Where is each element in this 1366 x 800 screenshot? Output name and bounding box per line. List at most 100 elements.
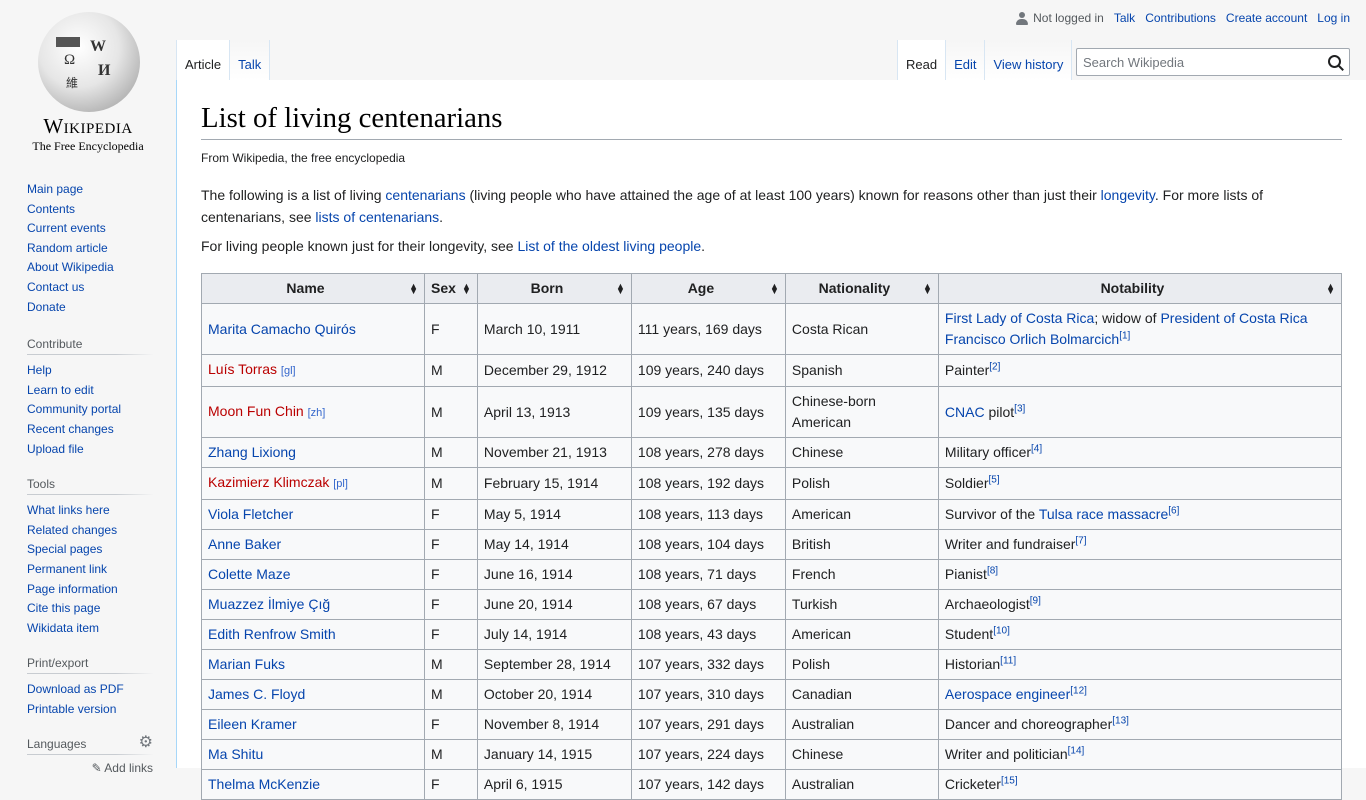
- sidebar-item-help[interactable]: Help: [27, 363, 52, 377]
- person-link[interactable]: Zhang Lixiong: [208, 444, 296, 460]
- globe-glyph: Ω: [64, 52, 76, 68]
- centenarians-link[interactable]: centenarians: [385, 187, 465, 203]
- person-link[interactable]: James C. Floyd: [208, 686, 305, 702]
- sidebar-item-current-events[interactable]: Current events: [27, 221, 106, 235]
- sidebar-item-what-links-here[interactable]: What links here: [27, 503, 110, 517]
- cell-notability: Writer and fundraiser[7]: [937, 529, 1343, 561]
- person-link[interactable]: Colette Maze: [208, 566, 290, 582]
- header-notability[interactable]: Notability ▲ ▼: [937, 273, 1343, 305]
- sidebar-item-contact-us[interactable]: Contact us: [27, 280, 84, 294]
- notability-link[interactable]: CNAC: [945, 404, 985, 420]
- person-link[interactable]: Kazimierz Klimczak: [208, 474, 329, 490]
- cell-notability: Pianist[8]: [937, 559, 1343, 591]
- header-nationality[interactable]: Nationality ▲ ▼: [784, 273, 939, 305]
- tab-read[interactable]: Read: [897, 40, 946, 80]
- person-link[interactable]: Ma Shitu: [208, 746, 263, 762]
- lists-of-centenarians-link[interactable]: lists of centenarians: [315, 209, 439, 225]
- notability-link[interactable]: President of Costa Rica: [1160, 310, 1307, 326]
- header-sex[interactable]: Sex ▲ ▼: [424, 273, 478, 305]
- interlanguage-link[interactable]: [gl]: [281, 365, 296, 377]
- person-link[interactable]: Marian Fuks: [208, 656, 285, 672]
- sidebar-item-contents[interactable]: Contents: [27, 202, 75, 216]
- person-link[interactable]: Luís Torras: [208, 361, 277, 377]
- sidebar-item-community-portal[interactable]: Community portal: [27, 402, 121, 416]
- sidebar-item-donate[interactable]: Donate: [27, 300, 66, 314]
- sidebar-item-page-information[interactable]: Page information: [27, 582, 118, 596]
- sidebar-item-permanent-link[interactable]: Permanent link: [27, 562, 107, 576]
- sidebar-item-about-wikipedia[interactable]: About Wikipedia: [27, 260, 114, 274]
- reference-link[interactable]: [11]: [1000, 656, 1016, 667]
- person-link[interactable]: Edith Renfrow Smith: [208, 626, 336, 642]
- person-link[interactable]: Viola Fletcher: [208, 506, 293, 522]
- cell-sex: F: [424, 769, 478, 800]
- reference-link[interactable]: [15]: [1001, 776, 1018, 787]
- log-in-link[interactable]: Log in: [1317, 11, 1350, 25]
- person-link[interactable]: Anne Baker: [208, 536, 281, 552]
- contributions-link[interactable]: Contributions: [1145, 11, 1216, 25]
- sidebar-item-learn-to-edit[interactable]: Learn to edit: [27, 383, 94, 397]
- cell-nationality: American: [784, 619, 939, 651]
- header-born[interactable]: Born ▲ ▼: [476, 273, 632, 305]
- sidebar-item-cite-this-page[interactable]: Cite this page: [27, 601, 100, 615]
- reference-link[interactable]: [8]: [987, 566, 998, 577]
- sidebar-item-special-pages[interactable]: Special pages: [27, 542, 102, 556]
- reference-link[interactable]: [9]: [1030, 596, 1041, 607]
- sidebar-item-random-article[interactable]: Random article: [27, 241, 108, 255]
- reference-link[interactable]: [13]: [1112, 716, 1129, 727]
- sidebar-item-main-page[interactable]: Main page: [27, 182, 83, 196]
- cell-name: Eileen Kramer: [201, 709, 425, 741]
- talk-link[interactable]: Talk: [1114, 11, 1135, 25]
- reference: [2]: [989, 362, 1000, 373]
- create-account-link[interactable]: Create account: [1226, 11, 1307, 25]
- sidebar-item-upload-file[interactable]: Upload file: [27, 442, 84, 456]
- user-icon: [1016, 11, 1029, 25]
- tab-view-history[interactable]: View history: [984, 40, 1073, 80]
- table-body: Marita Camacho Quirós F March 10, 1911 111 …: [201, 303, 1343, 800]
- search-input[interactable]: [1077, 49, 1323, 75]
- notability-link[interactable]: First Lady of Costa Rica: [945, 310, 1094, 326]
- header-age[interactable]: Age ▲ ▼: [630, 273, 786, 305]
- longevity-link[interactable]: longevity: [1101, 187, 1155, 203]
- cell-age: 108 years, 67 days: [630, 589, 786, 621]
- table-row: Zhang Lixiong M November 21, 1913 108 years…: [201, 437, 1343, 469]
- reference-link[interactable]: [1]: [1119, 331, 1130, 342]
- search-icon[interactable]: [1323, 49, 1349, 75]
- notability-link[interactable]: Francisco Orlich Bolmarcich: [945, 331, 1119, 347]
- person-link[interactable]: Thelma McKenzie: [208, 776, 320, 792]
- table-row: Viola Fletcher F May 5, 1914 108 years, 113…: [201, 499, 1343, 531]
- header-name[interactable]: Name ▲ ▼: [201, 273, 425, 305]
- tab-talk[interactable]: Talk: [229, 40, 271, 80]
- reference-link[interactable]: [3]: [1014, 403, 1025, 414]
- notability-link[interactable]: Tulsa race massacre: [1039, 506, 1168, 522]
- reference-link[interactable]: [14]: [1068, 746, 1085, 757]
- sidebar-item-recent-changes[interactable]: Recent changes: [27, 422, 114, 436]
- sidebar-item-related-changes[interactable]: Related changes: [27, 523, 117, 537]
- interlanguage-link[interactable]: [zh]: [308, 407, 326, 419]
- notability-link[interactable]: Aerospace engineer: [945, 686, 1070, 702]
- person-link[interactable]: Marita Camacho Quirós: [208, 321, 356, 337]
- interlanguage-link[interactable]: [pl]: [333, 478, 348, 490]
- person-link[interactable]: Moon Fun Chin: [208, 403, 304, 419]
- reference-link[interactable]: [2]: [989, 362, 1000, 373]
- oldest-living-people-link[interactable]: List of the oldest living people: [517, 238, 701, 254]
- wikipedia-logo[interactable]: Ω W И 維 Wikipedia The Free Encyclopedia: [0, 0, 176, 160]
- reference-link[interactable]: [10]: [993, 626, 1010, 637]
- gear-icon[interactable]: ⚙: [139, 735, 153, 751]
- reference-link[interactable]: [7]: [1075, 536, 1086, 547]
- tab-article[interactable]: Article: [176, 40, 230, 80]
- sidebar-item-wikidata-item[interactable]: Wikidata item: [27, 621, 99, 635]
- tab-edit[interactable]: Edit: [945, 40, 985, 80]
- text: .: [439, 209, 444, 226]
- reference-link[interactable]: [12]: [1070, 686, 1087, 697]
- add-links-button[interactable]: ✎ Add links: [27, 761, 153, 775]
- reference-link[interactable]: [5]: [989, 475, 1000, 486]
- page-title: List of living centenarians: [201, 100, 1342, 141]
- person-link[interactable]: Muazzez İlmiye Çığ: [208, 596, 330, 612]
- site-subtitle: From Wikipedia, the free encyclopedia: [201, 151, 406, 166]
- reference-link[interactable]: [6]: [1168, 506, 1179, 517]
- sidebar-item-printable-version[interactable]: Printable version: [27, 702, 116, 716]
- person-link[interactable]: Eileen Kramer: [208, 716, 297, 732]
- sort-icon: ▲ ▼: [923, 280, 932, 296]
- sidebar-item-download-pdf[interactable]: Download as PDF: [27, 682, 124, 696]
- reference-link[interactable]: [4]: [1031, 444, 1042, 455]
